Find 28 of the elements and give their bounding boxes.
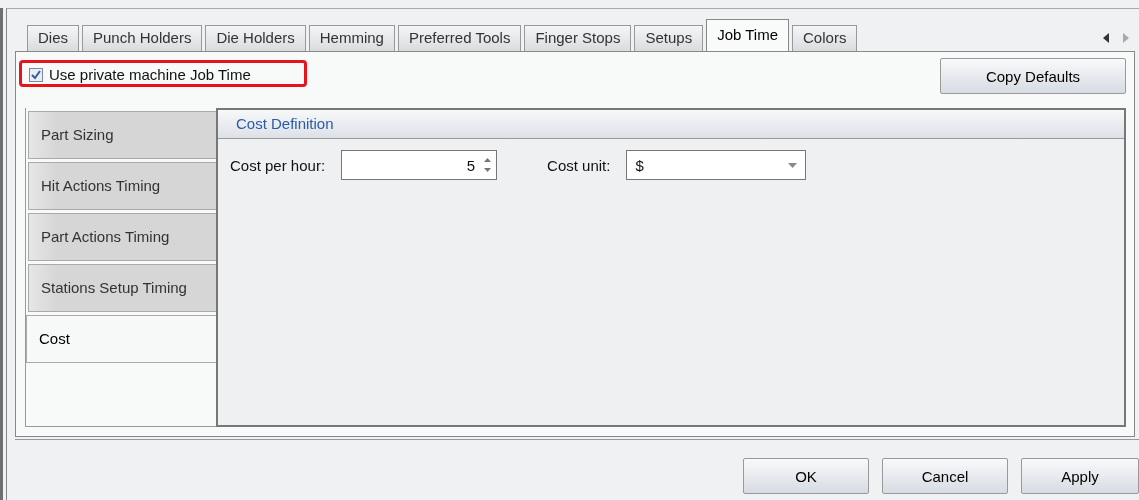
scroll-left-icon[interactable] <box>1103 33 1109 43</box>
field-label: Cost per hour: <box>230 156 326 174</box>
tab[interactable]: Setups <box>634 25 704 51</box>
side-tab[interactable]: Part Actions Timing <box>28 213 216 261</box>
dropdown-field[interactable]: $ <box>626 150 807 180</box>
checkbox[interactable] <box>29 67 43 82</box>
tab[interactable]: Dies <box>27 25 79 51</box>
tab[interactable]: Colors <box>792 25 858 51</box>
tab[interactable]: Preferred Tools <box>397 25 522 51</box>
tab[interactable]: Die Holders <box>205 25 306 51</box>
copy-defaults-button[interactable]: Copy Defaults <box>940 58 1126 94</box>
tab[interactable]: Finger Stops <box>524 25 632 51</box>
tab[interactable]: Job Time <box>706 19 790 51</box>
dialog-button[interactable]: Apply <box>1021 458 1139 494</box>
group-title: Cost Definition <box>218 110 1124 139</box>
dialog-button[interactable]: OK <box>743 458 869 494</box>
field-label: Cost unit: <box>547 156 611 174</box>
side-tab[interactable]: Part Sizing <box>28 111 216 159</box>
dialog-button[interactable]: Cancel <box>882 458 1008 494</box>
side-tab[interactable]: Stations Setup Timing <box>28 264 216 312</box>
tab[interactable]: Hemming <box>308 25 395 51</box>
spin-field[interactable]: 5 <box>341 150 498 180</box>
checkbox-label: Use private machine Job Time <box>49 66 251 83</box>
spinner-arrows-icon[interactable] <box>483 156 493 174</box>
dropdown-arrow-icon[interactable] <box>788 162 798 168</box>
side-tab[interactable]: Cost <box>26 315 216 363</box>
tab[interactable]: Punch Holders <box>82 25 203 51</box>
side-tab[interactable]: Hit Actions Timing <box>28 162 216 210</box>
